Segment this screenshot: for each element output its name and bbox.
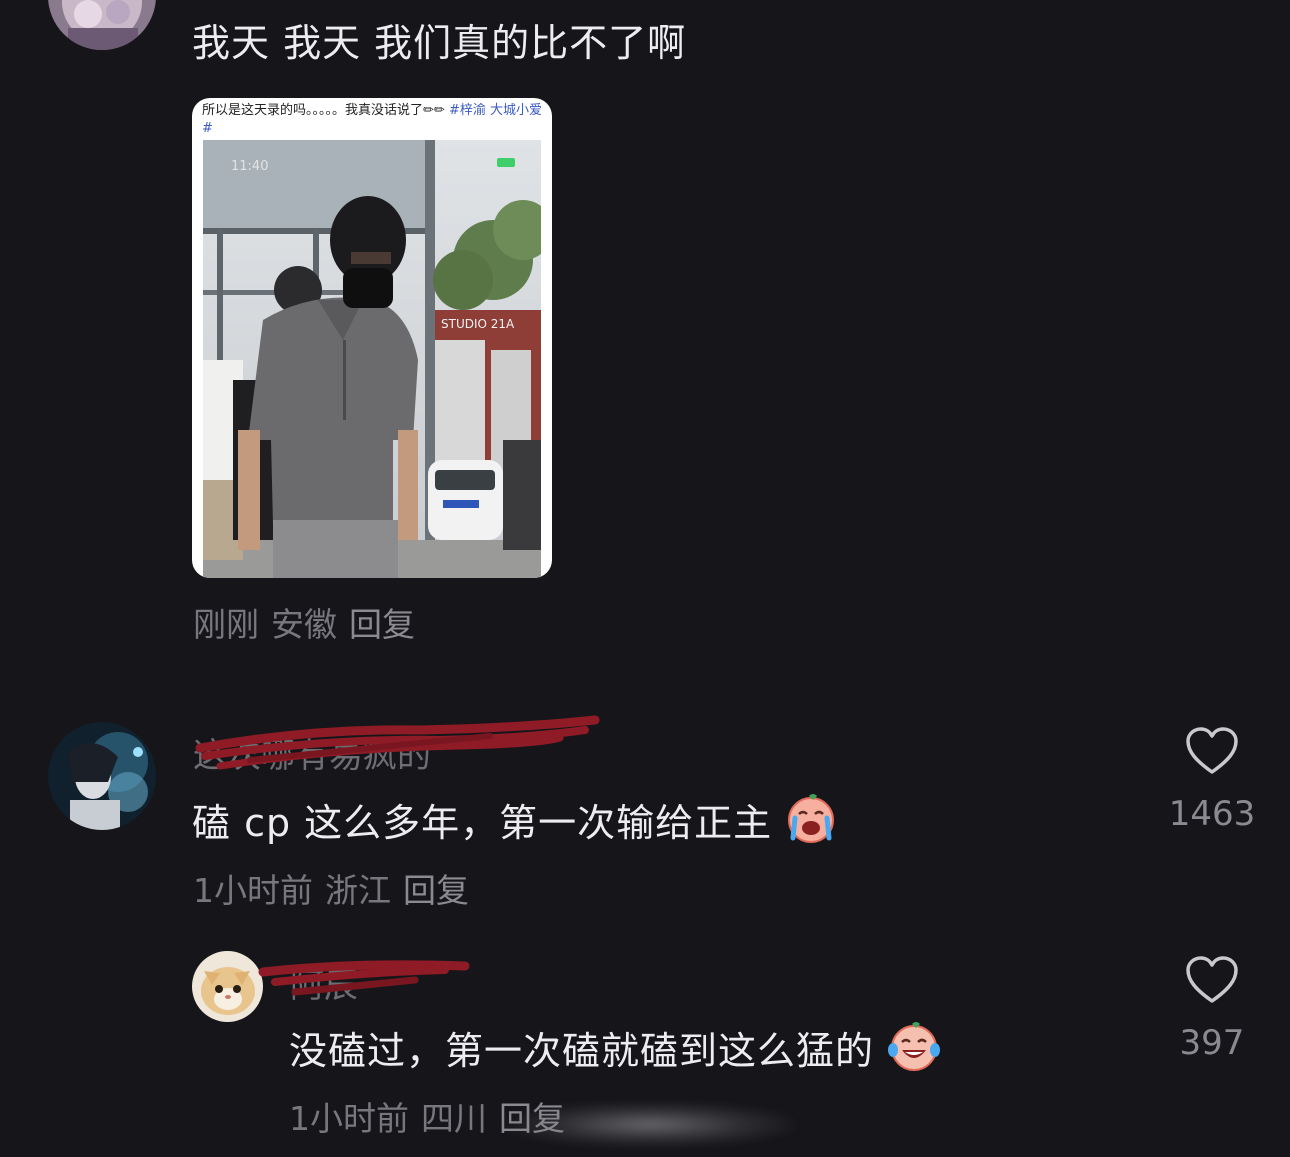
comment-text: 磕 cp 这么多年，第一次输给正主: [192, 792, 837, 853]
redaction-scribble: [258, 960, 470, 996]
image-attachment[interactable]: 所以是这天录的吗。。。。。我真没话说了✏✏ #梓渝 大城小爱# STUDIO 2…: [192, 98, 552, 578]
studio-sign: STUDIO 21A: [441, 317, 515, 331]
comment-text: 我天 我天 我们真的比不了啊: [192, 21, 687, 65]
loudly-crying-face-icon: [785, 792, 837, 853]
comment-location: 浙江: [325, 871, 391, 910]
image-caption: 所以是这天录的吗。。。。。我真没话说了✏✏ #梓渝 大城小爱#: [202, 103, 542, 136]
like-count: 397: [1179, 1023, 1245, 1063]
comment-meta: 刚刚 安徽 回复: [193, 598, 427, 646]
comment-location: 安徽: [271, 605, 337, 644]
heart-outline-icon[interactable]: [1185, 726, 1239, 776]
reply-button[interactable]: 回复: [349, 605, 415, 644]
comment-time: 刚刚: [193, 605, 259, 644]
reply-button[interactable]: 回复: [403, 871, 469, 910]
blurred-overlay: [505, 1102, 795, 1147]
comment-time: 1小时前: [193, 871, 313, 910]
username[interactable]: 阿辰: [290, 958, 358, 1007]
like-button[interactable]: 1463: [1160, 726, 1264, 834]
avatar[interactable]: [48, 0, 156, 50]
tears-of-joy-face-icon: [887, 1020, 941, 1081]
comment-text: 没磕过，第一次磕就磕到这么猛的: [289, 1020, 941, 1081]
heart-outline-icon[interactable]: [1185, 955, 1239, 1005]
comment-time: 1小时前: [289, 1099, 409, 1138]
comment-thread: 我天 我天 我们真的比不了啊 所以是这天录的吗。。。。。我真没话说了✏✏ #梓渝…: [0, 0, 1290, 1157]
attached-photo: STUDIO 21A 11:40: [203, 140, 541, 578]
pencil-emoji-icon: ✏✏: [423, 103, 445, 118]
comment-location: 四川: [421, 1099, 487, 1138]
like-button[interactable]: 397: [1160, 955, 1264, 1063]
overlay-time: 11:40: [231, 159, 268, 174]
username[interactable]: 这次哪有易疯的: [193, 728, 431, 777]
comment-meta: 1小时前 浙江 回复: [193, 864, 481, 912]
avatar[interactable]: [48, 722, 156, 830]
avatar[interactable]: [192, 951, 263, 1022]
like-count: 1463: [1168, 794, 1256, 834]
